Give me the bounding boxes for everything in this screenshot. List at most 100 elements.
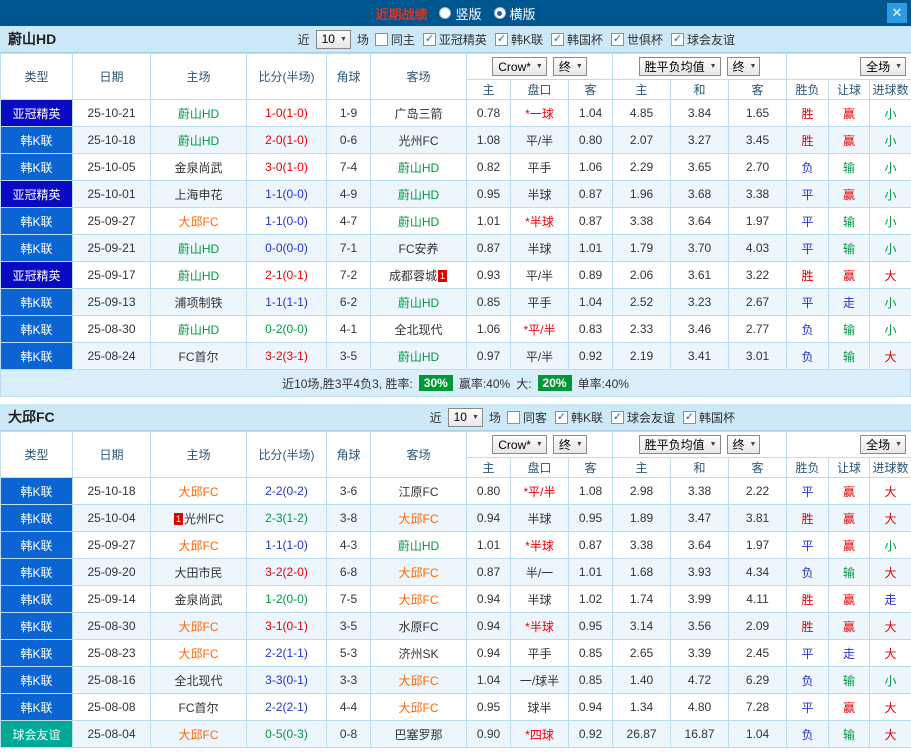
close-button[interactable]: ✕ xyxy=(887,3,907,23)
result-cell: 平 xyxy=(786,234,830,262)
col-odds-away: 客 xyxy=(567,457,614,478)
home-team-cell: FC首尔 xyxy=(150,342,247,370)
home-team-cell: 大田市民 xyxy=(150,558,247,586)
match-row: 韩K联 25-09-21 蔚山HD 0-0(0-0) 7-1 FC安养 0.87 半球 1.01… xyxy=(0,234,911,262)
match-row: 韩K联 25-08-30 蔚山HD 0-2(0-0) 4-1 全北现代 1.06 *平/半 0.… xyxy=(0,315,911,343)
away-team-cell: 蔚山HD xyxy=(370,531,467,559)
filter-checkbox[interactable]: ✓ 球会友谊 xyxy=(610,409,675,426)
handicap-cell: 一/球半 xyxy=(510,666,569,694)
score-cell: 2-2(1-1) xyxy=(246,639,327,667)
scope-select-group: 全场 ▼ xyxy=(786,53,911,80)
match-count-select[interactable]: 10 ▼ xyxy=(447,407,483,427)
avg-draw-cell: 3.64 xyxy=(670,207,730,235)
avg-select-group: 胜平负均值 ▼ 终 ▼ xyxy=(612,431,788,458)
filter-label: 韩K联 xyxy=(510,32,543,47)
page-title: 近期战绩 xyxy=(375,6,428,22)
handicap-result-cell: 赢 xyxy=(828,693,871,721)
home-team-cell: 蔚山HD xyxy=(150,315,247,343)
section-header-daegu: 大邱FC 近 10 ▼ 场 同客 ✓ 韩K联 ✓ 球会友谊 ✓ 韩国杯 xyxy=(0,404,911,431)
away-team-cell: FC安养 xyxy=(370,234,467,262)
away-team-cell: 蔚山HD xyxy=(370,342,467,370)
score-cell: 2-1(0-1) xyxy=(246,261,327,289)
handicap-cell: 平/半 xyxy=(510,261,569,289)
match-type-cell: 球会友谊 xyxy=(0,720,73,748)
avg-select[interactable]: 胜平负均值 ▼ xyxy=(638,57,721,76)
score-cell: 1-1(1-1) xyxy=(246,288,327,316)
avg-draw-cell: 3.56 xyxy=(670,612,730,640)
checkbox-checked-icon: ✓ xyxy=(682,410,696,424)
avg-home-cell: 26.87 xyxy=(612,720,672,748)
home-team-cell: 金泉尚武 xyxy=(150,153,247,181)
goals-cell: 走 xyxy=(869,585,911,613)
chevron-down-icon: ▼ xyxy=(709,441,717,448)
filter-checkbox[interactable]: ✓ 球会友谊 xyxy=(670,31,735,48)
filter-checkbox[interactable]: ✓ 亚冠精英 xyxy=(422,31,487,48)
odds-home-cell: 0.94 xyxy=(466,504,511,532)
avg-away-cell: 7.28 xyxy=(728,693,788,721)
goals-cell: 小 xyxy=(869,153,911,181)
match-type-cell: 韩K联 xyxy=(0,288,73,316)
section-divider xyxy=(0,397,911,404)
avg-away-cell: 1.97 xyxy=(728,207,788,235)
match-date-cell: 25-08-04 xyxy=(72,720,151,748)
odds-away-cell: 1.02 xyxy=(567,585,614,613)
result-cell: 负 xyxy=(786,342,830,370)
match-type-cell: 韩K联 xyxy=(0,504,73,532)
match-type-cell: 韩K联 xyxy=(0,234,73,262)
layout-radio-vertical[interactable]: 竖版 xyxy=(439,4,482,23)
avg-home-cell: 2.65 xyxy=(612,639,672,667)
score-cell: 3-2(3-1) xyxy=(246,342,327,370)
odds-home-cell: 1.06 xyxy=(466,315,511,343)
avg-state-select[interactable]: 终 ▼ xyxy=(726,57,761,76)
home-team-cell: 蔚山HD xyxy=(150,99,247,127)
table-header: 类型 日期 主场 比分(半场) 角球 客场 Crow* ▼ 终 ▼ 胜平负均值 ▼ 终… xyxy=(0,431,911,478)
odds-away-cell: 1.01 xyxy=(567,558,614,586)
odds-away-cell: 0.85 xyxy=(567,666,614,694)
filter-checkbox[interactable]: ✓ 韩K联 xyxy=(494,31,543,48)
col-avg-home: 主 xyxy=(612,79,672,100)
goals-cell: 大 xyxy=(869,261,911,289)
odds-company-select[interactable]: Crow* ▼ xyxy=(492,57,547,76)
filter-checkbox[interactable]: 同主 xyxy=(374,31,415,48)
avg-home-cell: 2.07 xyxy=(612,126,672,154)
filter-checkbox[interactable]: ✓ 世俱杯 xyxy=(610,31,663,48)
filter-label: 世俱杯 xyxy=(626,32,663,47)
avg-state-select[interactable]: 终 ▼ xyxy=(726,435,761,454)
layout-radio-horizontal[interactable]: 横版 xyxy=(493,4,536,23)
match-date-cell: 25-08-16 xyxy=(72,666,151,694)
odds-company-select[interactable]: Crow* ▼ xyxy=(492,435,547,454)
avg-select[interactable]: 胜平负均值 ▼ xyxy=(638,435,721,454)
filter-checkbox[interactable]: ✓ 韩国杯 xyxy=(682,409,735,426)
goals-cell: 小 xyxy=(869,99,911,127)
handicap-result-cell: 输 xyxy=(828,207,871,235)
handicap-cell: 半球 xyxy=(510,234,569,262)
red-card-icon: 1 xyxy=(438,269,447,282)
scope-select[interactable]: 全场 ▼ xyxy=(860,57,907,76)
odds-home-cell: 0.94 xyxy=(466,639,511,667)
away-team-cell: 广岛三箭 xyxy=(370,99,467,127)
score-cell: 2-2(2-1) xyxy=(246,693,327,721)
chevron-down-icon: ▼ xyxy=(749,63,757,70)
odds-home-cell: 0.82 xyxy=(466,153,511,181)
recent-matches-table-daegu: 类型 日期 主场 比分(半场) 角球 客场 Crow* ▼ 终 ▼ 胜平负均值 ▼ 终… xyxy=(0,431,911,748)
select-value: 终 xyxy=(732,438,745,452)
filter-checkbox[interactable]: 同客 xyxy=(506,409,547,426)
odds-state-select[interactable]: 终 ▼ xyxy=(552,435,587,454)
filter-label: 同主 xyxy=(390,32,415,47)
near-label: 近 xyxy=(429,410,442,425)
filter-checkbox[interactable]: ✓ 韩K联 xyxy=(554,409,603,426)
match-type-cell: 韩K联 xyxy=(0,558,73,586)
scope-select[interactable]: 全场 ▼ xyxy=(860,435,907,454)
col-handicap: 盘口 xyxy=(510,457,569,478)
odds-state-select[interactable]: 终 ▼ xyxy=(552,57,587,76)
avg-away-cell: 3.22 xyxy=(728,261,788,289)
match-type-cell: 韩K联 xyxy=(0,207,73,235)
match-date-cell: 25-10-05 xyxy=(72,153,151,181)
filter-checkbox[interactable]: ✓ 韩国杯 xyxy=(550,31,603,48)
match-type-cell: 韩K联 xyxy=(0,612,73,640)
col-avg-away: 客 xyxy=(728,79,788,100)
select-value: 胜平负均值 xyxy=(644,60,705,74)
odds-home-cell: 0.90 xyxy=(466,720,511,748)
match-count-select[interactable]: 10 ▼ xyxy=(315,29,351,49)
home-team-cell: 蔚山HD xyxy=(150,261,247,289)
